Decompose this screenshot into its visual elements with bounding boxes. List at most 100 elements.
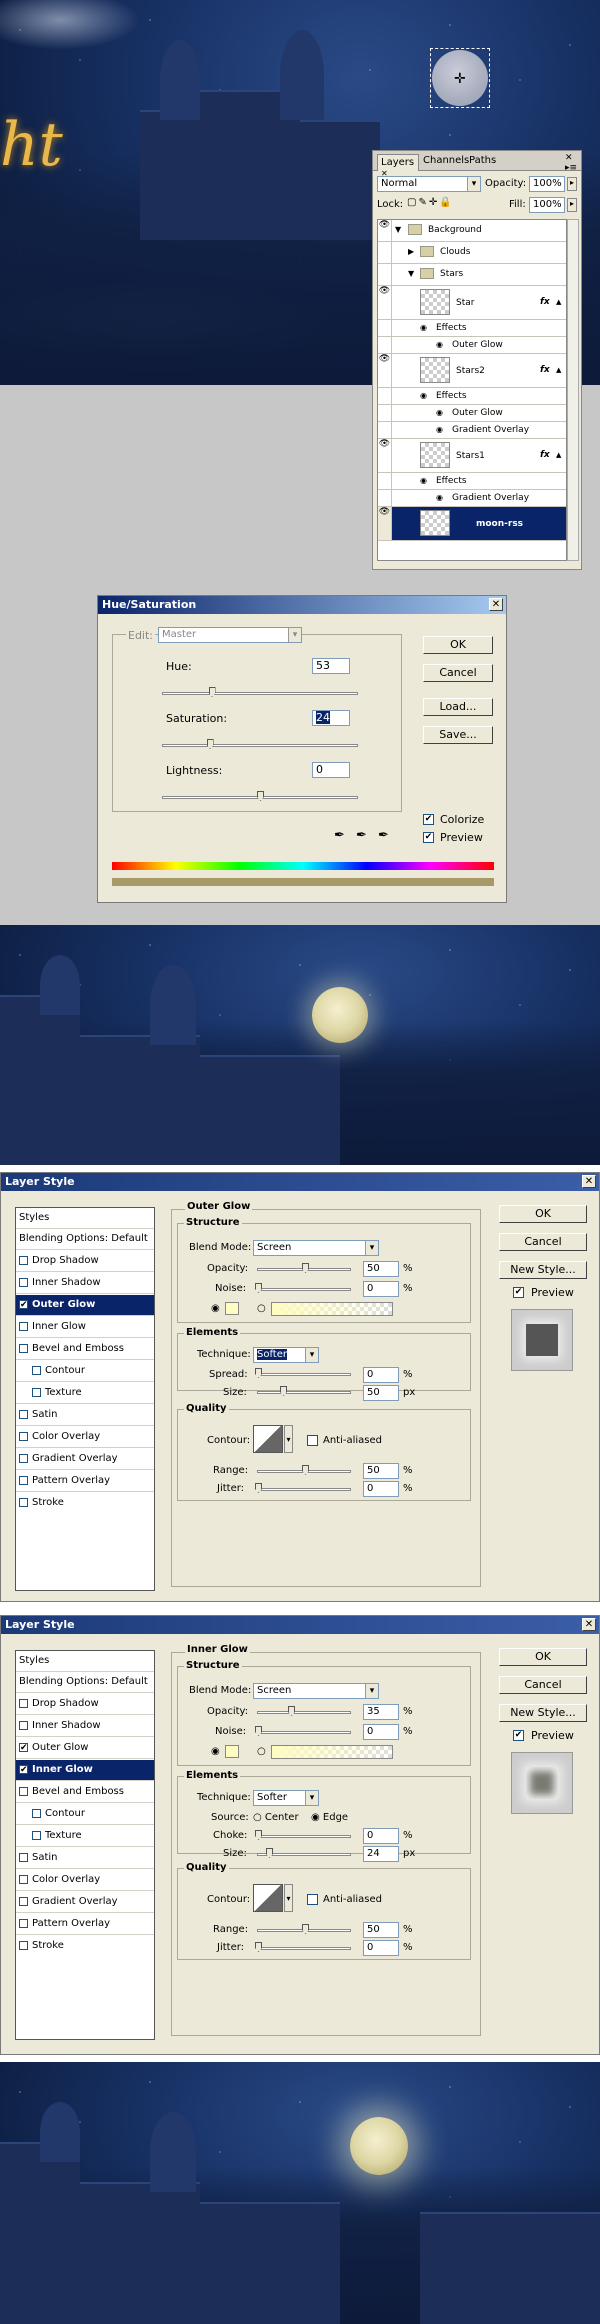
style-gradient-overlay[interactable]: Gradient Overlay (16, 1449, 154, 1470)
jitter-field[interactable]: 0 (363, 1481, 399, 1497)
style-color-overlay[interactable]: Color Overlay (16, 1870, 154, 1891)
style-texture[interactable]: Texture (16, 1383, 154, 1404)
contour-dropdown-icon[interactable]: ▾ (284, 1425, 293, 1453)
layer-group-background[interactable]: 👁 ▼ Background (378, 220, 566, 242)
style-checkbox[interactable] (19, 1918, 28, 1928)
effect-outer-glow[interactable]: ◉ Outer Glow (378, 405, 566, 422)
layer-moon-selected[interactable]: 👁 moon-rss (378, 507, 566, 541)
save-button[interactable]: Save... (423, 726, 493, 744)
ok-button[interactable]: OK (499, 1648, 587, 1666)
cancel-button[interactable]: Cancel (423, 664, 493, 682)
size-field[interactable]: 24 (363, 1846, 399, 1862)
edge-radio[interactable]: ◉ Edge (311, 1812, 348, 1823)
glow-gradient-picker[interactable] (271, 1745, 393, 1759)
choke-field[interactable]: 0 (363, 1828, 399, 1844)
style-checkbox[interactable] (32, 1830, 41, 1840)
noise-field[interactable]: 0 (363, 1281, 399, 1297)
style-checkbox[interactable] (19, 1497, 28, 1507)
style-inner-shadow[interactable]: Inner Shadow (16, 1273, 154, 1294)
range-field[interactable]: 50 (363, 1463, 399, 1479)
style-checkbox[interactable] (19, 1277, 28, 1287)
close-icon[interactable]: ✕ (582, 1175, 596, 1188)
style-checkbox[interactable]: ✔ (19, 1764, 28, 1774)
size-slider[interactable] (257, 1848, 351, 1858)
style-checkbox[interactable] (19, 1255, 28, 1265)
effects-eye-icon[interactable]: ◉ (420, 476, 427, 485)
fx-icon[interactable]: fx (540, 365, 550, 375)
contour-picker[interactable] (253, 1425, 283, 1453)
choke-slider[interactable] (255, 1830, 351, 1840)
layer-stars1[interactable]: 👁 Stars1 fx ▲ (378, 439, 566, 473)
style-checkbox[interactable] (19, 1874, 28, 1884)
style-pattern-overlay[interactable]: Pattern Overlay (16, 1914, 154, 1935)
saturation-slider[interactable] (162, 739, 358, 749)
load-button[interactable]: Load... (423, 698, 493, 716)
range-slider[interactable] (257, 1465, 351, 1475)
style-checkbox[interactable] (32, 1808, 41, 1818)
style-color-overlay[interactable]: Color Overlay (16, 1427, 154, 1448)
effect-outer-glow[interactable]: ◉ Outer Glow (378, 337, 566, 354)
blending-options[interactable]: Blending Options: Default (16, 1229, 154, 1250)
eye-icon[interactable] (378, 422, 392, 438)
eye-icon[interactable]: 👁 (378, 286, 392, 319)
styles-header[interactable]: Styles (16, 1651, 154, 1672)
blend-mode-select[interactable]: Screen (253, 1240, 379, 1256)
style-checkbox[interactable] (19, 1321, 28, 1331)
eye-icon[interactable] (378, 320, 392, 336)
fill-arrow-icon[interactable]: ▸ (567, 198, 577, 212)
spread-field[interactable]: 0 (363, 1367, 399, 1383)
ok-button[interactable]: OK (423, 636, 493, 654)
antialiased-checkbox[interactable] (307, 1435, 318, 1446)
opacity-field[interactable]: 35 (363, 1704, 399, 1720)
effect-gradient-overlay[interactable]: ◉ Gradient Overlay (378, 422, 566, 439)
eye-icon[interactable] (378, 405, 392, 421)
edit-select[interactable]: Master (158, 627, 302, 643)
opacity-slider[interactable] (257, 1263, 351, 1273)
fx-expand-icon[interactable]: ▲ (556, 366, 561, 374)
effect-eye-icon[interactable]: ◉ (436, 493, 443, 502)
eye-icon[interactable] (378, 337, 392, 353)
close-icon[interactable]: ✕ (582, 1618, 596, 1631)
gradient-radio[interactable]: ○ (257, 1746, 266, 1757)
fx-icon[interactable]: fx (540, 450, 550, 460)
style-checkbox[interactable] (19, 1343, 28, 1353)
eyedropper-plus-icon[interactable]: ✒ (356, 828, 367, 843)
expand-icon[interactable]: ▼ (395, 225, 401, 234)
blending-options[interactable]: Blending Options: Default (16, 1672, 154, 1693)
size-slider[interactable] (257, 1386, 351, 1396)
contour-picker[interactable] (253, 1884, 283, 1912)
effects-eye-icon[interactable]: ◉ (420, 323, 427, 332)
fx-icon[interactable]: fx (540, 297, 550, 307)
jitter-slider[interactable] (255, 1942, 351, 1952)
style-outer-glow[interactable]: ✔ Outer Glow (16, 1738, 154, 1759)
glow-color-swatch[interactable] (225, 1745, 239, 1758)
style-satin[interactable]: Satin (16, 1848, 154, 1869)
effect-gradient-overlay[interactable]: ◉ Gradient Overlay (378, 490, 566, 507)
preview-checkbox[interactable]: ✔ (423, 832, 434, 843)
blend-mode-select[interactable]: Screen (253, 1683, 379, 1699)
jitter-field[interactable]: 0 (363, 1940, 399, 1956)
eye-icon[interactable] (378, 242, 392, 263)
eye-icon[interactable]: 👁 (378, 507, 392, 540)
glow-gradient-picker[interactable] (271, 1302, 393, 1316)
style-checkbox[interactable]: ✔ (19, 1742, 28, 1752)
layer-star[interactable]: 👁 Star fx ▲ (378, 286, 566, 320)
antialiased-checkbox[interactable] (307, 1894, 318, 1905)
style-outer-glow[interactable]: ✔ Outer Glow (16, 1295, 154, 1316)
style-checkbox[interactable] (19, 1940, 28, 1950)
saturation-field[interactable]: 24 (312, 710, 350, 726)
colorize-checkbox[interactable]: ✔ (423, 814, 434, 825)
effects-eye-icon[interactable]: ◉ (420, 391, 427, 400)
style-gradient-overlay[interactable]: Gradient Overlay (16, 1892, 154, 1913)
size-field[interactable]: 50 (363, 1385, 399, 1401)
style-bevel-emboss[interactable]: Bevel and Emboss (16, 1339, 154, 1360)
eyedropper-icon[interactable]: ✒ (334, 828, 345, 843)
technique-select[interactable]: Softer (253, 1347, 319, 1363)
eye-icon[interactable]: 👁 (378, 220, 392, 241)
style-checkbox[interactable] (19, 1698, 28, 1708)
tab-layers[interactable]: Layers ✕ (377, 154, 419, 178)
noise-slider[interactable] (255, 1283, 351, 1293)
tab-channels[interactable]: Channels (423, 155, 469, 166)
eye-icon[interactable] (378, 473, 392, 489)
preview-checkbox[interactable]: ✔ (513, 1730, 524, 1741)
